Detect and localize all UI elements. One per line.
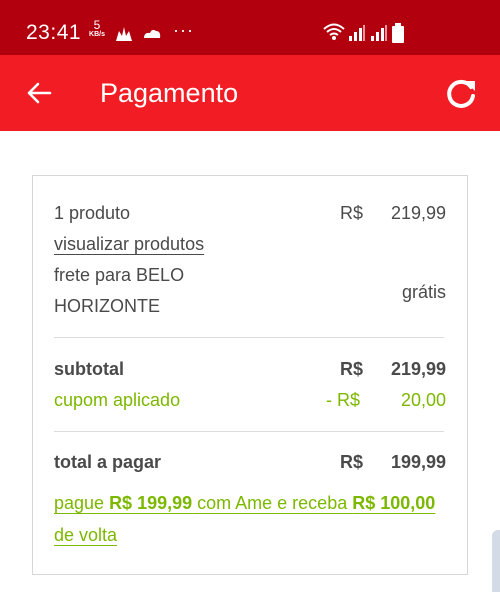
floating-edge-handle[interactable]: [492, 530, 500, 592]
signal-icon: [349, 25, 365, 41]
wifi-icon: [323, 23, 345, 40]
shipping-value: grátis: [401, 282, 446, 302]
products-count-label: 1 produto: [54, 203, 131, 223]
cashback-text: com Ame e receba: [192, 493, 353, 513]
cashback-return-amount: R$ 100,00: [352, 493, 436, 513]
signal-icon-secondary: [371, 25, 387, 41]
ame-cashback-link[interactable]: pague R$ 199,99 com Ame e receba R$ 100,…: [54, 487, 454, 551]
divider: [54, 337, 444, 338]
status-bar: 23:41 5 KB/s ···: [0, 0, 500, 55]
cashback-text: pague: [54, 493, 110, 513]
shipping-label-line1: frete para BELO: [54, 265, 185, 285]
battery-icon: [392, 23, 404, 43]
coupon-value: 20,00: [400, 390, 446, 410]
view-products-link[interactable]: visualizar produtos: [54, 234, 204, 255]
network-speed: 5 KB/s: [87, 18, 107, 40]
notification-app-icon: [116, 27, 132, 41]
subtotal-currency: R$: [340, 359, 364, 379]
cashback-text: de volta: [54, 525, 118, 545]
total-label: total a pagar: [54, 452, 162, 472]
cashback-pay-amount: R$ 199,99: [109, 493, 193, 513]
total-currency: R$: [340, 452, 364, 472]
more-notifications-icon: ···: [173, 20, 194, 40]
products-value: 219,99: [390, 203, 446, 223]
total-value: 199,99: [390, 452, 446, 472]
back-arrow-icon[interactable]: [25, 79, 53, 107]
refresh-icon[interactable]: [444, 77, 478, 111]
divider: [54, 431, 444, 432]
network-speed-value: 5: [93, 18, 101, 32]
subtotal-label: subtotal: [54, 359, 124, 379]
coupon-currency: - R$: [326, 390, 361, 410]
notification-cloud-icon: [144, 29, 161, 38]
app-bar: Pagamento: [0, 55, 500, 131]
coupon-label: cupom aplicado: [54, 390, 181, 410]
subtotal-value: 219,99: [390, 359, 446, 379]
page-title: Pagamento: [100, 78, 239, 108]
shipping-label-line2: HORIZONTE: [54, 296, 160, 316]
network-speed-unit: KB/s: [89, 31, 105, 38]
products-currency: R$: [340, 203, 364, 223]
status-time: 23:41: [26, 21, 82, 44]
